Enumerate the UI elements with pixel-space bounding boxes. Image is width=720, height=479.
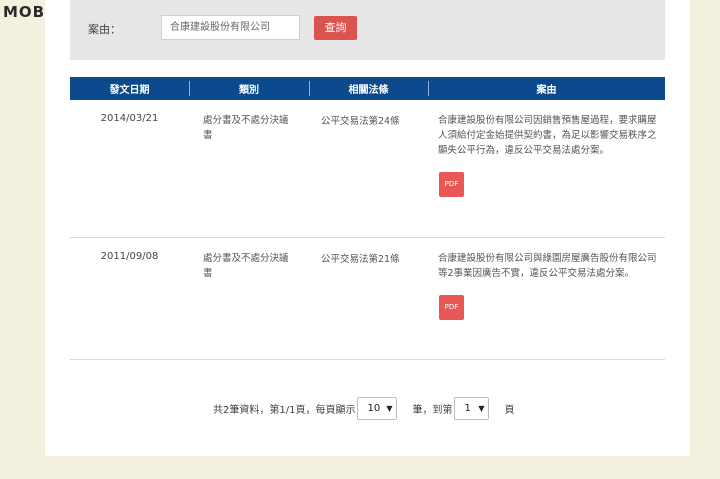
table-row: 2014/03/21 處分書及不處分決議書 公平交易法第24條 合康建設股份有限… <box>70 100 665 237</box>
table-header: 發文日期 類別 相關法條 案由 <box>70 77 665 100</box>
row-category: 處分書及不處分決議書 <box>203 253 289 279</box>
dropdown-arrow-icon: ▼ <box>478 403 485 413</box>
header-category: 類別 <box>189 77 309 100</box>
row-date: 2011/09/08 <box>100 251 159 262</box>
pdf-download-button[interactable]: PDF <box>439 295 464 320</box>
per-page-select[interactable]: 10 ▼ <box>357 396 398 420</box>
search-button[interactable]: 查詢 <box>314 16 357 40</box>
pagination: 共2筆資料，第1/1頁，每頁顯示 10 ▼ 筆，到第 1 ▼ 頁 <box>213 396 514 420</box>
pager-summary: 共2筆資料，第1/1頁，每頁顯示 <box>213 404 356 416</box>
header-law: 相關法條 <box>309 77 428 100</box>
row-law: 公平交易法第21條 <box>321 254 400 265</box>
page-select[interactable]: 1 ▼ <box>454 396 490 420</box>
pager-mid-text: 筆，到第 <box>412 404 453 416</box>
content-card: 案由： 合康建設股份有限公司 查詢 發文日期 類別 相關法條 案由 2014/0… <box>45 0 690 456</box>
header-reason: 案由 <box>428 77 665 100</box>
row-law: 公平交易法第24條 <box>321 116 400 127</box>
row-reason-cell: 合康建設股份有限公司因銷售預售屋過程，要求購屋人須給付定金始提供契約書，為足以影… <box>428 100 665 237</box>
search-input[interactable]: 合康建設股份有限公司 <box>161 15 300 40</box>
pager-suffix: 頁 <box>504 404 515 416</box>
table-row: 2011/09/08 處分書及不處分決議書 公平交易法第21條 合康建設股份有限… <box>70 238 665 359</box>
row-reason: 合康建設股份有限公司與綠園房屋廣告股份有限公司等2事業因廣告不實，違反公平交易法… <box>438 253 657 279</box>
page-value: 1 <box>464 402 471 414</box>
row-reason-cell: 合康建設股份有限公司與綠園房屋廣告股份有限公司等2事業因廣告不實，違反公平交易法… <box>428 238 665 359</box>
search-panel: 案由： 合康建設股份有限公司 查詢 <box>70 0 665 60</box>
row-date: 2014/03/21 <box>100 113 159 124</box>
per-page-value: 10 <box>367 402 381 414</box>
dropdown-arrow-icon: ▼ <box>386 403 393 413</box>
row-reason: 合康建設股份有限公司因銷售預售屋過程，要求購屋人須給付定金始提供契約書，為足以影… <box>438 115 657 156</box>
header-date: 發文日期 <box>109 85 150 96</box>
search-label: 案由： <box>88 23 121 36</box>
row-category: 處分書及不處分決議書 <box>203 115 289 141</box>
row-divider <box>70 359 665 360</box>
pdf-download-button[interactable]: PDF <box>439 172 464 197</box>
